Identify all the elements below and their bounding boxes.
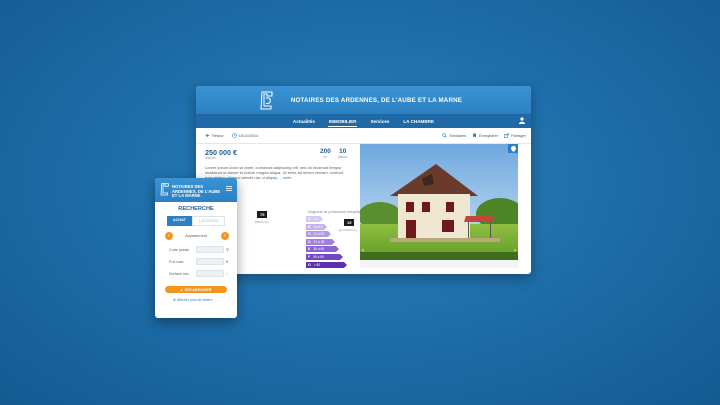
- search-icon: [442, 133, 447, 138]
- search-heading: RECHERCHE: [178, 206, 214, 212]
- desktop-window: NOTAIRES DES ARDENNES, DE L'AUBE ET LA M…: [196, 86, 531, 274]
- publish-date: 10/10/2014: [231, 133, 259, 138]
- similar-link[interactable]: Similaires: [442, 133, 466, 138]
- energy-heading: Diagnostic de performance énergétique: [308, 210, 364, 214]
- map-pin-button[interactable]: [508, 144, 518, 153]
- energy-class-range: 6 à 10: [313, 224, 323, 229]
- nav-item-la-chambre[interactable]: LA CHAMBRE: [396, 114, 441, 128]
- nav-item-services[interactable]: Services: [363, 114, 396, 128]
- tab-location[interactable]: LOCATION: [191, 216, 226, 226]
- notaires-logo-icon[interactable]: [159, 182, 171, 196]
- energy-class-letter: A: [308, 217, 311, 221]
- mobile-site-title: NOTAIRES DES ARDENNES, DE L'AUBE ET LA M…: [172, 184, 221, 199]
- site-header: NOTAIRES DES ARDENNES, DE L'AUBE ET LA M…: [196, 86, 531, 114]
- share-icon: [504, 133, 509, 138]
- postal-code-label: Code postal: [169, 248, 189, 252]
- listing-type: Maison: [205, 156, 216, 160]
- mobile-header: NOTAIRES DES ARDENNES, DE L'AUBE ET LA M…: [155, 178, 237, 202]
- min-surface-label: Surface min.: [169, 272, 190, 276]
- ges-unit: kg CO2/m².an: [339, 228, 357, 232]
- max-price-input[interactable]: [196, 258, 224, 265]
- energy-unit: kWh/m².an: [255, 220, 269, 224]
- energy-class-g: G > 80: [306, 261, 347, 268]
- postal-code-field: Code postal ⚲: [155, 246, 237, 255]
- energy-scale: A ≤ 5B6 à 10 C 11 à 20 D 21 à 35 E 36 à 55 F 56 à…: [306, 216, 347, 269]
- energy-class-range: ≤ 5: [313, 217, 319, 221]
- photo-footer: [360, 260, 518, 268]
- energy-class-c: C 11 à 20: [306, 231, 331, 238]
- rooms-stat: 10 pièces: [338, 148, 348, 159]
- energy-class-letter: F: [308, 254, 311, 259]
- listing-photo[interactable]: ‹ ›: [360, 144, 518, 260]
- area-icon: ▫: [226, 271, 228, 276]
- save-link[interactable]: Enregistrer: [472, 133, 498, 138]
- type-next-button[interactable]: ›: [221, 232, 229, 240]
- ges-value-tag: 15: [344, 219, 355, 226]
- min-surface-field: Surface min. ▫: [155, 270, 237, 279]
- more-criteria-label: Afficher plus de critère: [176, 298, 213, 302]
- back-arrow-icon: [205, 133, 210, 138]
- energy-class-a: A ≤ 5: [306, 216, 323, 222]
- energy-class-b: B6 à 10: [306, 223, 327, 230]
- share-label: Partager: [511, 133, 526, 138]
- listing-body: 250 000 € Maison 200 m² 10 pièces Lorem …: [196, 144, 531, 274]
- more-criteria-link[interactable]: ⊕ Afficher plus de critère: [173, 298, 213, 302]
- read-more-link[interactable]: ... suite: [279, 175, 292, 180]
- postal-code-input[interactable]: [196, 246, 224, 253]
- surface-stat: 200 m²: [320, 148, 331, 159]
- tab-achat[interactable]: ACHAT: [166, 216, 192, 226]
- energy-class-letter: E: [308, 247, 311, 252]
- date-label: 10/10/2014: [238, 133, 259, 138]
- mobile-window: NOTAIRES DES ARDENNES, DE L'AUBE ET LA M…: [155, 178, 237, 318]
- similar-label: Similaires: [449, 133, 467, 138]
- hamburger-menu-icon[interactable]: [226, 186, 232, 191]
- main-nav: Actualités IMMOBILIER Services LA CHAMBR…: [196, 114, 531, 128]
- energy-class-letter: G: [308, 262, 311, 267]
- property-type-selector: ‹ Appartement ›: [155, 231, 237, 243]
- bookmark-icon: [473, 133, 477, 138]
- energy-class-letter: B: [308, 224, 311, 229]
- surface-value: 200: [320, 148, 331, 155]
- transaction-toggle: ACHAT LOCATION: [155, 216, 237, 226]
- energy-class-range: 36 à 55: [313, 247, 325, 252]
- clock-icon: [231, 133, 237, 138]
- user-icon[interactable]: [519, 117, 525, 124]
- surface-unit: m²: [323, 155, 328, 159]
- energy-class-d: D 21 à 35: [306, 238, 335, 245]
- photo-next-arrow[interactable]: ›: [514, 248, 516, 254]
- energy-class-range: 11 à 20: [313, 232, 325, 237]
- notaires-logo-icon[interactable]: [258, 90, 276, 110]
- euro-icon: €: [226, 259, 229, 264]
- search-button[interactable]: ⌕ RECHERCHER: [165, 286, 227, 293]
- photo-prev-arrow[interactable]: ‹: [362, 248, 364, 254]
- listing-toolbar: Retour 10/10/2014 Similaires Enregistrer…: [196, 128, 531, 144]
- min-surface-input[interactable]: [196, 270, 224, 277]
- energy-class-letter: D: [308, 239, 311, 244]
- search-icon: ⌕: [180, 287, 183, 292]
- max-price-field: Prix max. €: [155, 258, 237, 267]
- back-label: Retour: [212, 133, 224, 138]
- site-title: NOTAIRES DES ARDENNES, DE L'AUBE ET LA M…: [290, 96, 463, 104]
- rooms-unit: pièces: [338, 155, 348, 159]
- energy-class-f: F 56 à 80: [306, 253, 343, 260]
- search-button-label: RECHERCHER: [184, 287, 212, 292]
- rooms-value: 10: [339, 148, 347, 155]
- energy-value-tag: 75: [257, 211, 268, 218]
- energy-class-range: > 80: [313, 262, 321, 267]
- energy-class-range: 56 à 80: [313, 254, 324, 259]
- energy-class-range: 21 à 35: [313, 239, 325, 244]
- energy-class-letter: C: [308, 232, 311, 237]
- house-photo: [360, 144, 518, 260]
- save-label: Enregistrer: [479, 133, 499, 138]
- nav-item-actualites[interactable]: Actualités: [286, 114, 322, 128]
- energy-class-e: E 36 à 55: [306, 246, 339, 253]
- back-link[interactable]: Retour: [205, 133, 224, 138]
- location-icon: [510, 145, 516, 152]
- nav-item-immobilier[interactable]: IMMOBILIER: [322, 114, 364, 128]
- max-price-label: Prix max.: [169, 260, 185, 264]
- location-icon: ⚲: [226, 247, 229, 252]
- share-link[interactable]: Partager: [504, 133, 526, 138]
